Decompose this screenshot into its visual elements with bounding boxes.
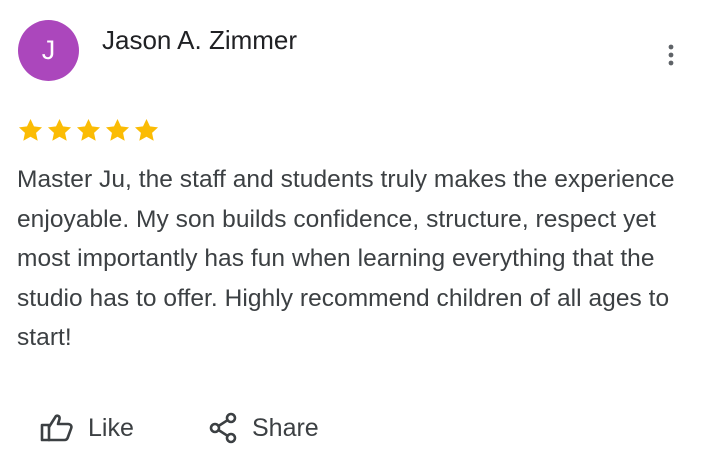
review-text: Master Ju, the staff and students truly … (17, 166, 675, 351)
star-icon (134, 119, 159, 141)
share-label: Share (252, 413, 319, 442)
more-vertical-icon (668, 44, 674, 66)
more-options-button[interactable] (656, 38, 686, 72)
avatar[interactable]: J (18, 20, 79, 81)
like-button[interactable]: Like (40, 406, 134, 450)
star-icon (105, 119, 130, 141)
star-icon (76, 119, 101, 141)
star-rating (17, 117, 160, 144)
reviewer-name[interactable]: Jason A. Zimmer (102, 25, 297, 55)
star-icon (18, 119, 43, 141)
share-icon (209, 412, 237, 444)
star-icon (47, 119, 72, 141)
share-button[interactable]: Share (208, 406, 319, 450)
avatar-letter: J (41, 35, 56, 65)
like-label: Like (88, 413, 134, 442)
thumbs-up-icon (40, 414, 73, 442)
